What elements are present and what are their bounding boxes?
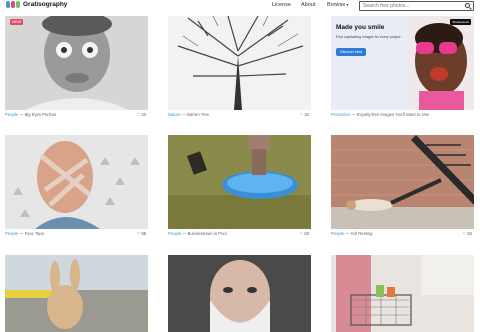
photo-thumbnail[interactable] [331, 135, 474, 229]
bearded-man-image [168, 255, 311, 332]
search-icon[interactable] [465, 3, 470, 8]
site-logo[interactable]: Gratisography [6, 1, 67, 8]
big-eyes-portrait-image [5, 16, 148, 110]
chevron-down-icon: ▾ [346, 2, 349, 7]
promo-thumbnail[interactable]: Made you smile Find captivating images f… [331, 16, 474, 110]
photo-title[interactable]: Royalty-free Images You'll Want to Use [357, 112, 429, 117]
promo-body: Find captivating images for every projec… [336, 35, 401, 39]
nav-about[interactable]: About [301, 2, 315, 8]
category-link[interactable]: Nature [168, 112, 181, 117]
photo-thumbnail[interactable] [5, 135, 148, 229]
logo-mark-icon [6, 1, 20, 8]
like-count-value: 23 [141, 112, 146, 117]
like-count[interactable]: ♡62 [463, 231, 472, 236]
category-link[interactable]: People [5, 112, 18, 117]
search-input[interactable]: Search free photos... [359, 1, 474, 11]
photo-caption: Nature — Barren Tree ♡34 [168, 112, 309, 117]
photo-thumbnail[interactable] [168, 16, 311, 110]
like-count-value: 62 [467, 231, 472, 236]
category-link[interactable]: People [5, 231, 18, 236]
like-count[interactable]: ♡63 [300, 231, 309, 236]
brand-name: Gratisography [23, 1, 68, 8]
photo-title[interactable]: Big Eyes Portrait [25, 112, 56, 117]
search-placeholder: Search free photos... [363, 3, 410, 9]
rabbit-image [5, 255, 148, 332]
photo-caption: People — Businessman in Pool ♡63 [168, 231, 309, 236]
heart-icon: ♡ [462, 231, 467, 236]
nav-browse-label: Browse [327, 2, 346, 8]
shopping-cart-image [331, 255, 474, 332]
businessman-in-pool-image [168, 135, 311, 229]
heart-icon: ♡ [136, 112, 141, 117]
promo-heading: Made you smile [336, 24, 385, 31]
nav-license[interactable]: License [272, 2, 291, 8]
photo-thumbnail[interactable]: NEW [5, 16, 148, 110]
heart-icon: ♡ [299, 112, 304, 117]
girl-resting-image [331, 135, 474, 229]
discover-now-button[interactable]: Discover Now [336, 48, 367, 56]
photo-title[interactable]: Face Tape [25, 231, 44, 236]
photo-thumbnail[interactable] [168, 255, 311, 332]
heart-icon: ♡ [136, 231, 141, 236]
like-count[interactable]: ♡59 [137, 231, 146, 236]
site-header: Gratisography License About Browse▾ Sear… [0, 0, 480, 12]
photo-caption: People — Face Tape ♡59 [5, 231, 146, 236]
photo-thumbnail[interactable] [331, 255, 474, 332]
new-badge: NEW [10, 19, 24, 25]
category-link[interactable]: People [331, 231, 344, 236]
like-count[interactable]: ♡34 [300, 112, 309, 117]
heart-icon: ♡ [299, 231, 304, 236]
photo-title[interactable]: Barren Tree [187, 112, 209, 117]
like-count-value: 59 [141, 231, 146, 236]
photo-caption: People — Big Eyes Portrait ♡23 [5, 112, 146, 117]
photo-caption: People — Girl Resting ♡62 [331, 231, 472, 236]
like-count-value: 63 [304, 231, 309, 236]
sponsor-logo: Shutterstock [450, 19, 471, 25]
category-link[interactable]: Promotion [331, 112, 350, 117]
photo-title[interactable]: Girl Resting [351, 231, 373, 236]
photo-thumbnail[interactable] [5, 255, 148, 332]
like-count-value: 34 [304, 112, 309, 117]
photo-caption: Promotion — Royalty-free Images You'll W… [331, 112, 429, 117]
barren-tree-image [168, 16, 311, 110]
like-count[interactable]: ♡23 [137, 112, 146, 117]
category-link[interactable]: People [168, 231, 181, 236]
nav-browse[interactable]: Browse▾ [327, 2, 348, 8]
photo-thumbnail[interactable] [168, 135, 311, 229]
promo-panel: Made you smile Find captivating images f… [331, 16, 407, 110]
face-tape-image [5, 135, 148, 229]
photo-title[interactable]: Businessman in Pool [188, 231, 227, 236]
